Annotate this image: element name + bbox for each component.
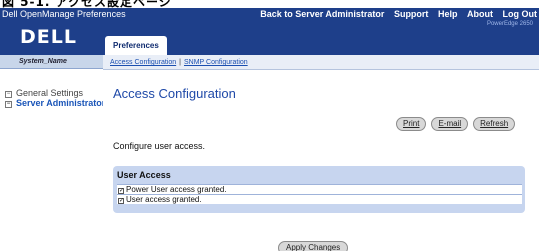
figure-caption-text: 図 5-1. アクセス設定ページ xyxy=(2,0,172,8)
sidebar-item-server-administrator[interactable]: − Server Administrator xyxy=(5,98,103,108)
user-access-option[interactable]: ✓ User access granted. xyxy=(117,194,522,204)
sidebar: − General Settings − Server Administrator xyxy=(0,70,103,251)
apply-changes-button[interactable]: Apply Changes xyxy=(278,241,349,251)
figure-caption: 図 5-1. アクセス設定ページ xyxy=(0,0,539,8)
system-name-label: System_Name xyxy=(0,55,103,69)
top-header-bar: Dell OpenManage Preferences Back to Serv… xyxy=(0,8,539,21)
user-access-label: User access granted. xyxy=(126,195,202,204)
back-to-server-admin-link[interactable]: Back to Server Administrator xyxy=(260,9,384,19)
collapse-icon[interactable]: − xyxy=(5,91,12,98)
page-toolbar: Print E-mail Refresh xyxy=(396,113,516,131)
log-out-link[interactable]: Log Out xyxy=(503,9,538,19)
access-configuration-link[interactable]: Access Configuration xyxy=(110,59,176,66)
checkbox-checked-icon[interactable]: ✓ xyxy=(118,198,124,204)
sub-navigation: Access Configuration | SNMP Configuration xyxy=(103,55,539,70)
brand-bar: DELL PowerEdge 2650 Preferences xyxy=(0,21,539,55)
sidebar-item-label: General Settings xyxy=(16,88,84,98)
about-link[interactable]: About xyxy=(467,9,493,19)
subnav-separator: | xyxy=(179,59,181,66)
email-button[interactable]: E-mail xyxy=(431,117,469,131)
support-link[interactable]: Support xyxy=(394,9,429,19)
page-title: Access Configuration xyxy=(113,86,236,101)
power-user-access-label: Power User access granted. xyxy=(126,185,227,194)
refresh-button[interactable]: Refresh xyxy=(473,117,516,131)
power-user-access-option[interactable]: ✓ Power User access granted. xyxy=(117,184,522,194)
sidebar-item-general-settings[interactable]: − General Settings xyxy=(5,88,83,98)
sidebar-item-label: Server Administrator xyxy=(16,98,103,108)
print-button[interactable]: Print xyxy=(396,117,427,131)
app-title: Dell OpenManage Preferences xyxy=(2,9,126,19)
header-links: Back to Server Administrator Support Hel… xyxy=(253,8,537,21)
dell-logo: DELL xyxy=(20,26,77,48)
help-link[interactable]: Help xyxy=(438,9,458,19)
user-access-heading: User Access xyxy=(117,170,171,180)
snmp-configuration-link[interactable]: SNMP Configuration xyxy=(184,59,248,66)
server-model: PowerEdge 2650 xyxy=(486,21,533,27)
instruction-text: Configure user access. xyxy=(113,141,206,151)
collapse-icon[interactable]: − xyxy=(5,101,12,108)
tab-preferences[interactable]: Preferences xyxy=(105,36,167,55)
user-access-panel: User Access ✓ Power User access granted. … xyxy=(113,166,525,213)
